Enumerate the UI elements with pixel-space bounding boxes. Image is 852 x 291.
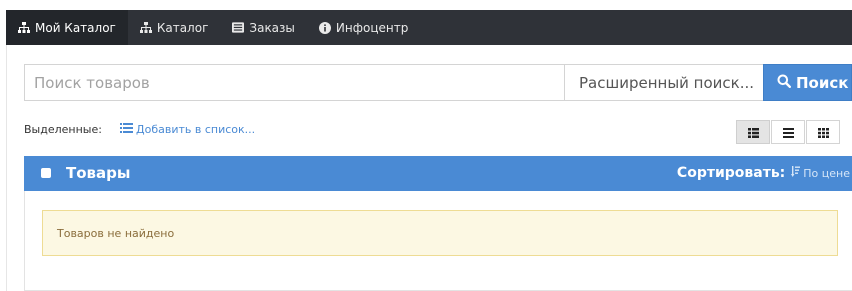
view-detailed-list-button[interactable] bbox=[736, 120, 770, 144]
advanced-search-button[interactable]: Расширенный поиск... bbox=[564, 64, 763, 101]
sitemap-icon bbox=[18, 21, 30, 34]
list-add-icon bbox=[120, 123, 133, 136]
nav-item-info-center[interactable]: Инфоцентр bbox=[307, 10, 420, 45]
sort-link-label: По цене bbox=[803, 166, 850, 180]
advanced-search-label: Расширенный поиск... bbox=[579, 73, 755, 92]
view-grid-button[interactable] bbox=[806, 120, 840, 144]
view-mode-group bbox=[736, 120, 840, 144]
list-card-icon bbox=[232, 22, 245, 34]
selected-label: Выделенные: bbox=[24, 123, 102, 136]
sort-control: Сортировать: По цене bbox=[677, 165, 850, 181]
add-to-list-link[interactable]: Добавить в список... bbox=[120, 123, 255, 136]
nav-item-label: Заказы bbox=[249, 20, 295, 35]
list-detail-icon bbox=[747, 123, 759, 142]
info-circle-icon bbox=[318, 21, 331, 34]
panel-title: Товары bbox=[66, 164, 131, 182]
select-all-checkbox[interactable] bbox=[41, 168, 51, 178]
list-icon bbox=[782, 123, 794, 142]
empty-results-alert: Товаров не найдено bbox=[42, 210, 838, 256]
top-navbar: Мой Каталог Каталог Заказы Инфоцентр bbox=[6, 10, 852, 45]
nav-item-orders[interactable]: Заказы bbox=[220, 10, 307, 45]
sort-by-price-link[interactable]: По цене bbox=[791, 166, 850, 180]
search-button-label: Поиск bbox=[796, 73, 849, 92]
search-button[interactable]: Поиск bbox=[763, 64, 852, 101]
sort-label: Сортировать: bbox=[676, 165, 786, 181]
add-to-list-label: Добавить в список... bbox=[136, 123, 256, 136]
empty-results-message: Товаров не найдено bbox=[57, 226, 175, 240]
products-panel-header: Товары Сортировать: По цене bbox=[24, 156, 852, 191]
search-bar: Расширенный поиск... Поиск bbox=[24, 64, 852, 101]
nav-item-my-catalog[interactable]: Мой Каталог bbox=[6, 10, 128, 45]
nav-item-label: Каталог bbox=[156, 20, 209, 35]
page-left-border bbox=[6, 40, 7, 291]
sitemap-icon bbox=[139, 21, 152, 34]
view-list-button[interactable] bbox=[771, 120, 805, 144]
nav-item-label: Мой Каталог bbox=[35, 20, 116, 35]
nav-item-catalog[interactable]: Каталог bbox=[128, 10, 221, 45]
nav-item-label: Инфоцентр bbox=[335, 20, 409, 35]
search-input[interactable] bbox=[24, 64, 564, 101]
sort-amount-icon bbox=[791, 166, 801, 180]
search-icon bbox=[777, 74, 792, 92]
grid-icon bbox=[817, 123, 829, 142]
